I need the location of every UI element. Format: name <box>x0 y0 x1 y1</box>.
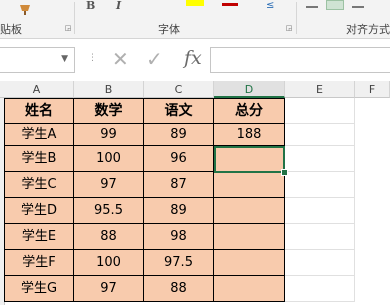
clipboard-group-label: 贴板 <box>0 23 22 36</box>
column-header-e[interactable]: E <box>285 81 355 98</box>
fill-handle[interactable] <box>281 169 288 176</box>
table-cell[interactable] <box>285 124 355 146</box>
italic-button[interactable]: I <box>116 0 121 12</box>
column-header-c[interactable]: C <box>144 81 214 98</box>
clipboard-launcher-icon[interactable]: ◲ <box>64 24 72 32</box>
table-cell[interactable] <box>214 224 285 250</box>
table-cell[interactable] <box>214 172 285 198</box>
table-cell[interactable] <box>214 276 285 302</box>
table-cell[interactable]: 100 <box>74 250 144 276</box>
column-header-a[interactable]: A <box>0 81 74 98</box>
ribbon: 贴板 ◲ B I ≤ 字体 ◲ 对齐方式 <box>0 0 390 39</box>
table-cell[interactable]: 学生G <box>4 276 74 302</box>
alignment-group-label: 对齐方式 <box>346 23 390 36</box>
table-header-cell[interactable]: 语文 <box>144 98 214 124</box>
insert-function-button[interactable]: fx <box>184 47 202 69</box>
bold-button[interactable]: B <box>86 0 95 12</box>
table-cell[interactable] <box>214 198 285 224</box>
font-more-icon[interactable]: ≤ <box>266 0 274 11</box>
table-cell[interactable]: 学生B <box>4 146 74 172</box>
table-cell[interactable] <box>285 224 355 250</box>
align-bottom-icon[interactable] <box>352 0 364 8</box>
table-cell[interactable]: 学生D <box>4 198 74 224</box>
name-box[interactable]: ▼ <box>0 47 75 73</box>
table-cell[interactable]: 学生A <box>4 124 74 146</box>
column-header-f[interactable]: F <box>355 81 390 98</box>
table-cell[interactable]: 学生E <box>4 224 74 250</box>
table-cell[interactable]: 95.5 <box>74 198 144 224</box>
column-header-b[interactable]: B <box>74 81 144 98</box>
column-header-d[interactable]: D <box>214 81 285 98</box>
highlight-color-icon[interactable] <box>186 0 204 6</box>
table-header-cell[interactable]: 数学 <box>74 98 144 124</box>
table-cell[interactable]: 87 <box>144 172 214 198</box>
table-cell[interactable]: 97.5 <box>144 250 214 276</box>
table-cell[interactable]: 88 <box>144 276 214 302</box>
table-cell[interactable] <box>214 250 285 276</box>
table-cell[interactable]: 89 <box>144 124 214 146</box>
ribbon-separator <box>74 2 75 34</box>
table-cell[interactable]: 96 <box>144 146 214 172</box>
table-header-cell[interactable] <box>285 98 355 124</box>
font-color-icon[interactable] <box>222 0 238 8</box>
check-icon[interactable]: ✓ <box>146 49 163 69</box>
table-cell[interactable] <box>285 198 355 224</box>
table-cell[interactable]: 89 <box>144 198 214 224</box>
chevron-down-icon[interactable]: ▼ <box>61 54 68 64</box>
table-cell[interactable]: 188 <box>214 124 285 146</box>
table-cell[interactable]: 学生C <box>4 172 74 198</box>
table-cell[interactable] <box>285 276 355 302</box>
formula-input[interactable] <box>210 47 390 73</box>
table-cell[interactable]: 97 <box>74 276 144 302</box>
table-header-cell[interactable]: 姓名 <box>4 98 74 124</box>
table-cell[interactable]: 97 <box>74 172 144 198</box>
table-cell[interactable] <box>285 250 355 276</box>
format-painter-icon[interactable] <box>18 0 32 15</box>
resize-handle-icon[interactable]: ⋮ <box>88 53 97 63</box>
table-cell[interactable]: 98 <box>144 224 214 250</box>
cancel-icon[interactable]: ✕ <box>112 49 129 69</box>
font-launcher-icon[interactable]: ◲ <box>285 24 293 32</box>
table-cell[interactable]: 88 <box>74 224 144 250</box>
table-cell[interactable] <box>285 172 355 198</box>
align-top-icon[interactable] <box>306 0 318 8</box>
align-middle-icon[interactable] <box>326 0 344 10</box>
font-group-label: 字体 <box>158 23 180 36</box>
table-cell[interactable] <box>285 146 355 172</box>
ribbon-separator <box>296 2 297 34</box>
table-cell[interactable]: 99 <box>74 124 144 146</box>
formula-bar: ▼ ⋮ ✕ ✓ fx <box>0 39 390 82</box>
selected-cell-d3[interactable] <box>214 146 285 173</box>
table-header-cell[interactable]: 总分 <box>214 98 285 124</box>
table-cell[interactable]: 学生F <box>4 250 74 276</box>
table-cell[interactable]: 100 <box>74 146 144 172</box>
